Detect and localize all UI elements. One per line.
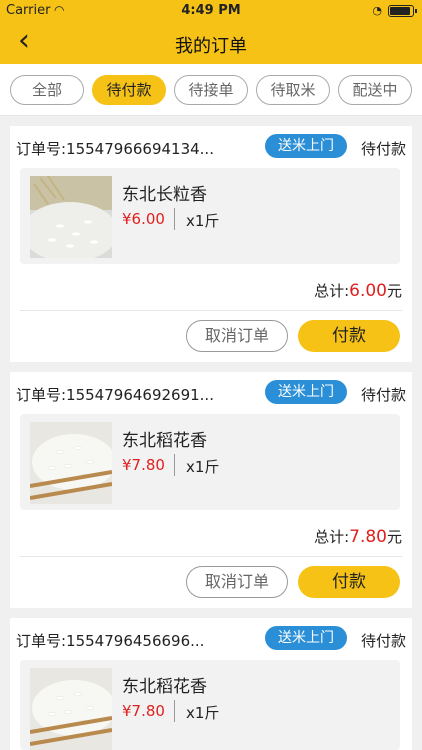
order-card: 订单号:15547964692691... 送米上门 待付款 东北稻花香 ¥7.… <box>10 372 412 608</box>
total-unit: 元 <box>386 282 402 300</box>
product-price: ¥7.80 <box>122 702 165 720</box>
tab-pending-pickup[interactable]: 待取米 <box>256 75 330 105</box>
product-name: 东北长粒香 <box>122 185 207 205</box>
order-number: 订单号:15547964692691... <box>16 386 214 404</box>
tab-delivering[interactable]: 配送中 <box>338 75 412 105</box>
divider <box>20 556 402 557</box>
order-card: 订单号:1554796456696... 送米上门 待付款 东北稻花香 ¥7.8… <box>10 618 412 750</box>
clock-time: 4:49 PM <box>181 3 241 18</box>
product-price: ¥6.00 <box>122 210 165 228</box>
product-name: 东北稻花香 <box>122 677 207 697</box>
delivery-badge: 送米上门 <box>265 626 347 650</box>
pay-button[interactable]: 付款 <box>298 320 400 352</box>
order-status: 待付款 <box>360 140 406 158</box>
product-quantity: x1斤 <box>186 704 220 722</box>
cancel-order-button[interactable]: 取消订单 <box>186 566 288 598</box>
orientation-lock-icon: ◔ <box>372 4 382 17</box>
order-number: 订单号:1554796456696... <box>16 632 205 650</box>
page-title: 我的订单 <box>175 36 247 57</box>
total-label: 总计: <box>314 528 350 546</box>
product-name: 东北稻花香 <box>122 431 207 451</box>
order-status: 待付款 <box>360 632 406 650</box>
divider <box>174 208 175 230</box>
divider <box>20 310 402 311</box>
total-label: 总计: <box>314 282 350 300</box>
tab-pending-accept[interactable]: 待接单 <box>174 75 248 105</box>
nav-header: Carrier ◠ 4:49 PM ◔ ‹ 我的订单 <box>0 0 422 64</box>
divider <box>174 700 175 722</box>
pay-button[interactable]: 付款 <box>298 566 400 598</box>
tab-all[interactable]: 全部 <box>10 75 84 105</box>
divider <box>174 454 175 476</box>
rice-thumbnail <box>30 176 112 258</box>
order-number: 订单号:15547966694134... <box>16 140 214 158</box>
order-total: 总计:6.00元 <box>314 280 402 301</box>
rice-thumbnail <box>30 422 112 504</box>
cancel-order-button[interactable]: 取消订单 <box>186 320 288 352</box>
rice-thumbnail <box>30 668 112 750</box>
product-price: ¥7.80 <box>122 456 165 474</box>
delivery-badge: 送米上门 <box>265 134 347 158</box>
order-status: 待付款 <box>360 386 406 404</box>
delivery-badge: 送米上门 <box>265 380 347 404</box>
order-item[interactable]: 东北稻花香 ¥7.80 x1斤 <box>20 660 400 750</box>
order-item[interactable]: 东北长粒香 ¥6.00 x1斤 <box>20 168 400 264</box>
product-quantity: x1斤 <box>186 212 220 230</box>
status-bar: Carrier ◠ 4:49 PM ◔ <box>0 0 422 22</box>
order-total: 总计:7.80元 <box>314 526 402 547</box>
total-amount: 6.00 <box>349 281 387 301</box>
order-item[interactable]: 东北稻花香 ¥7.80 x1斤 <box>20 414 400 510</box>
order-status-tabs: 全部 待付款 待接单 待取米 配送中 <box>0 64 422 116</box>
product-quantity: x1斤 <box>186 458 220 476</box>
battery-icon <box>388 5 417 17</box>
total-unit: 元 <box>386 528 402 546</box>
total-amount: 7.80 <box>349 527 387 547</box>
tab-pending-payment[interactable]: 待付款 <box>92 75 166 105</box>
order-card: 订单号:15547966694134... 送米上门 待付款 东北长粒香 ¥6.… <box>10 126 412 362</box>
